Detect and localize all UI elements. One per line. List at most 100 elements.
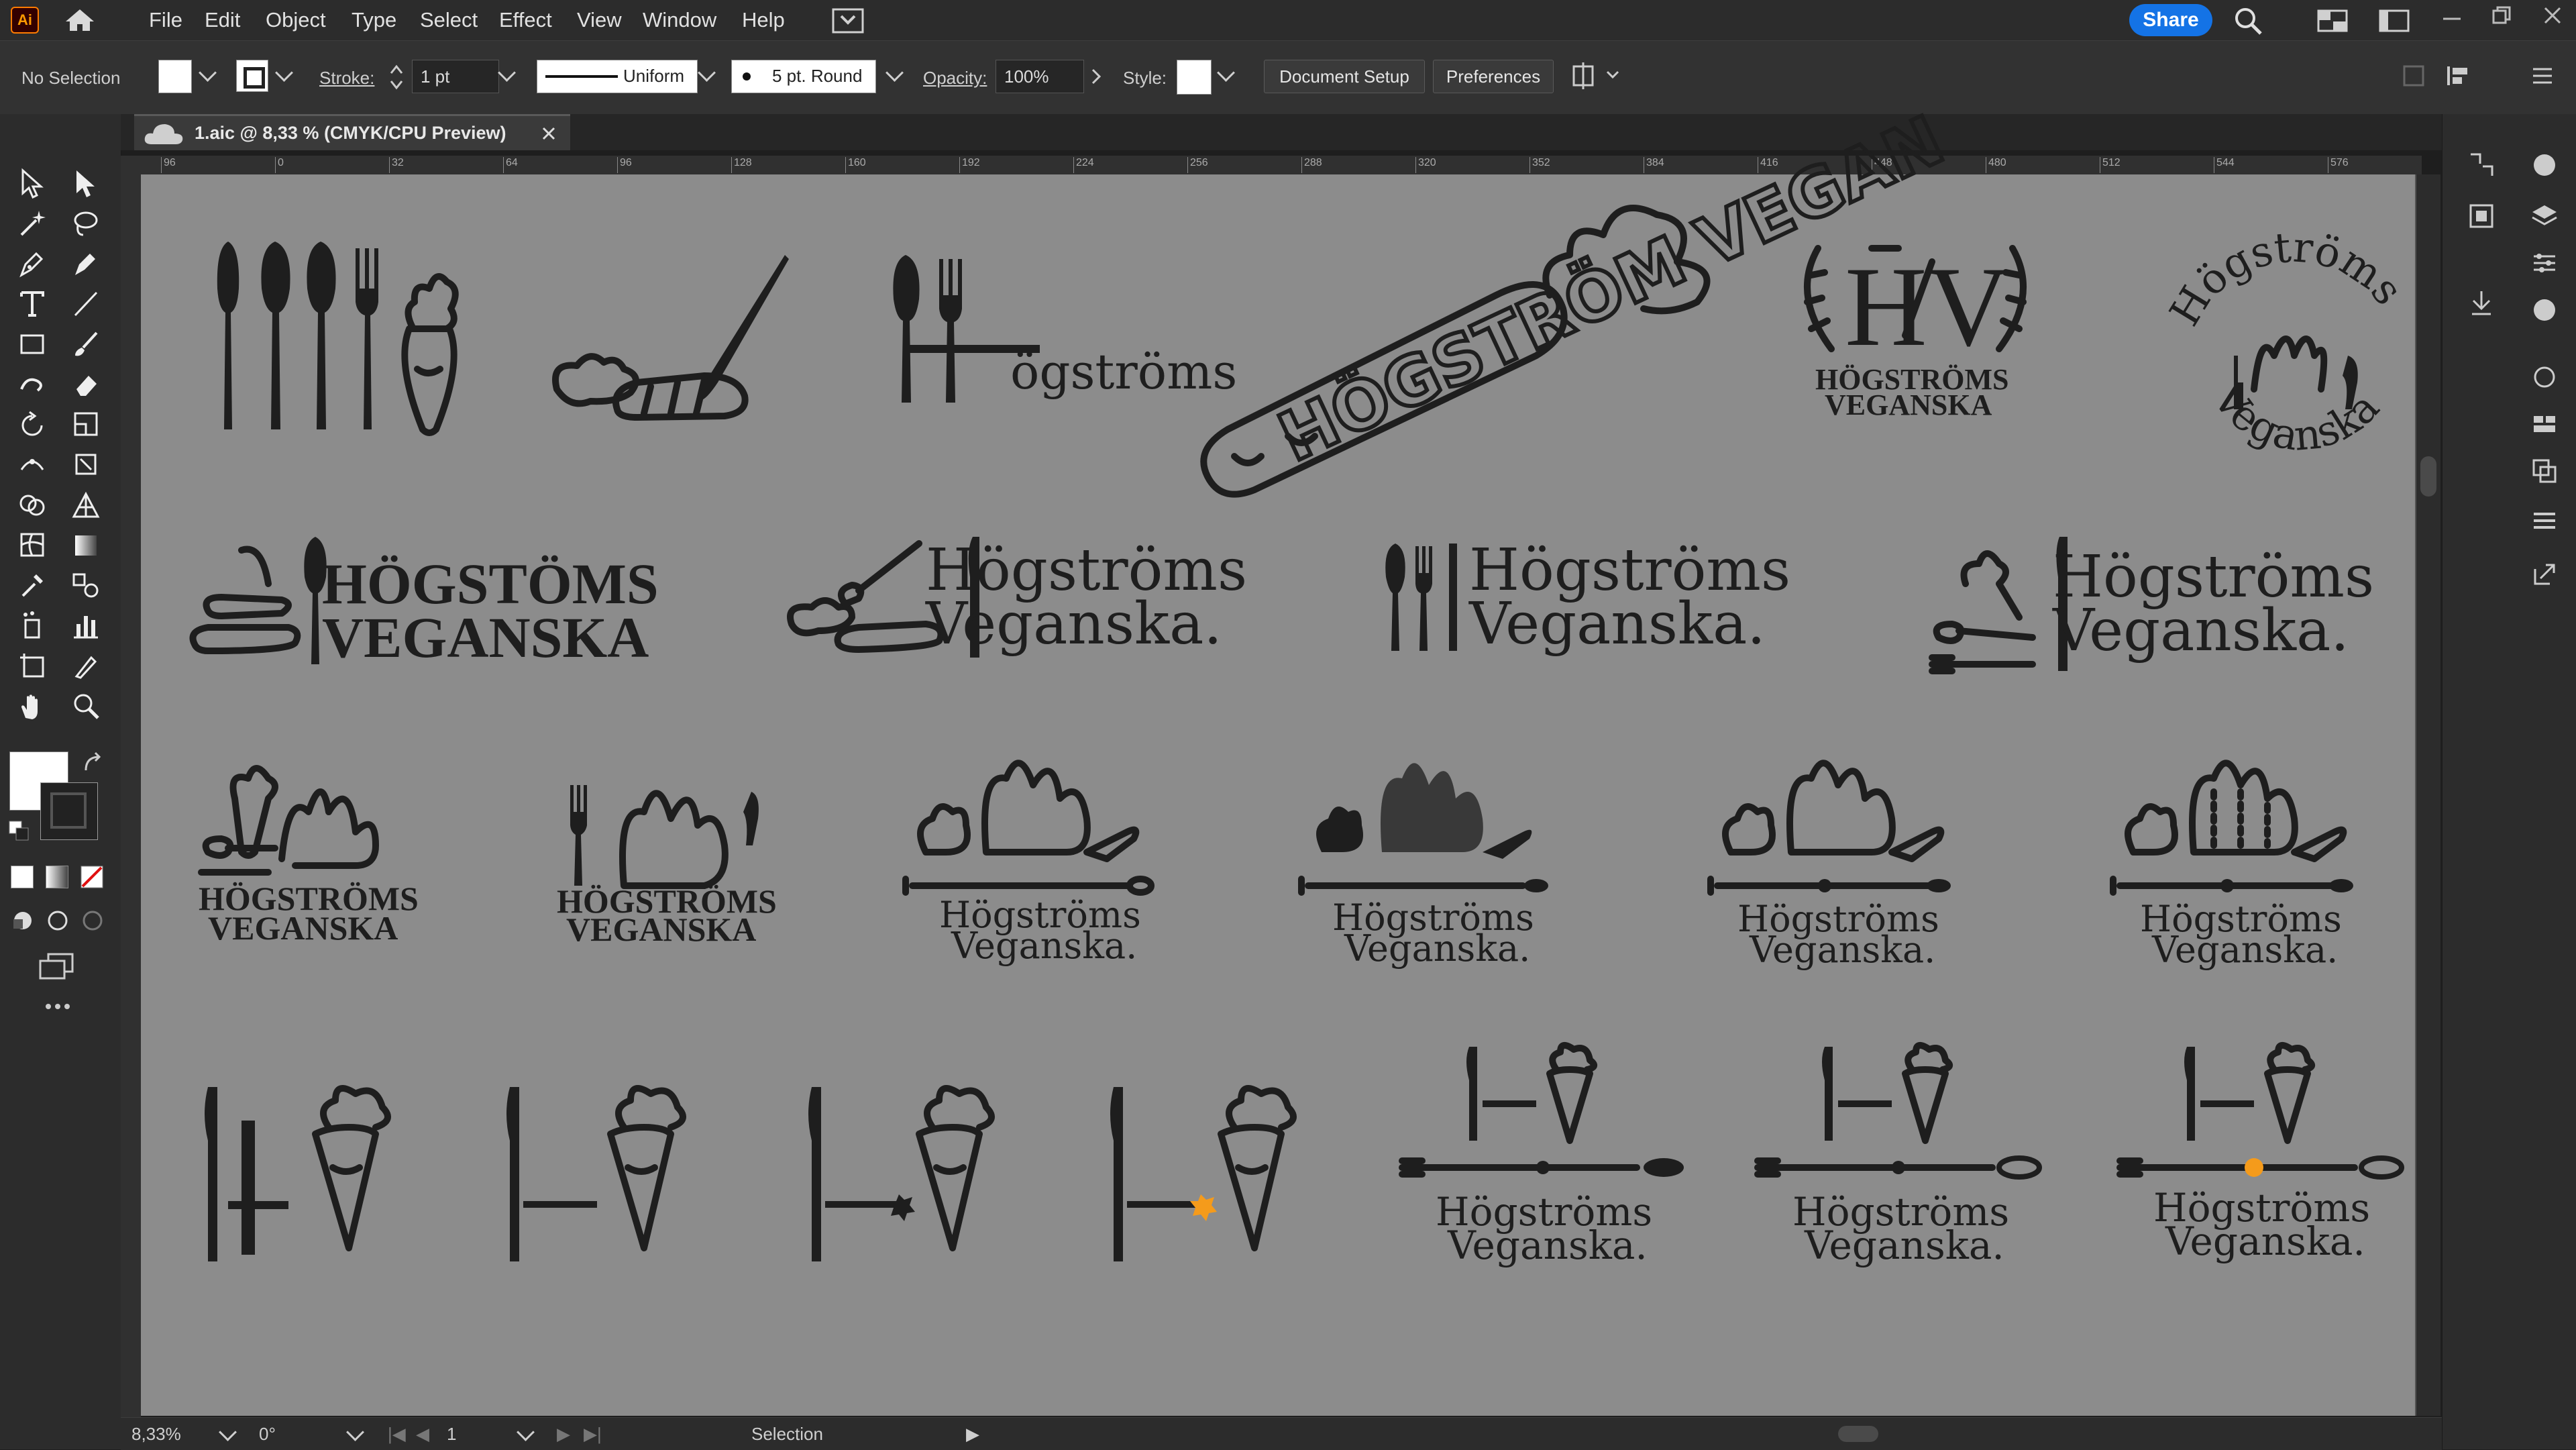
stroke-dropdown-icon[interactable] [275, 64, 293, 82]
align-panel-icon[interactable] [2530, 506, 2559, 535]
logo-carrot-arc-text[interactable]: HÖGSTRÖM VEGAN [1187, 99, 1957, 503]
swap-fill-stroke-icon[interactable] [80, 752, 105, 776]
properties-sliders-icon[interactable] [2530, 248, 2559, 278]
menu-edit[interactable]: Edit [205, 0, 240, 40]
direct-selection-tool-icon[interactable] [71, 168, 101, 199]
shape-builder-tool-icon[interactable] [17, 490, 47, 521]
eraser-tool-icon[interactable] [71, 369, 101, 400]
hand-tool-icon[interactable] [17, 691, 47, 722]
arrange-icon[interactable] [2445, 62, 2485, 89]
restore-icon[interactable] [2491, 5, 2512, 25]
menu-help[interactable]: Help [742, 0, 785, 40]
preferences-button[interactable]: Preferences [1433, 60, 1554, 93]
logo-hv-cutlery-3[interactable] [1704, 745, 1959, 899]
vertical-scroll-thumb[interactable] [2420, 456, 2436, 497]
draw-normal-icon[interactable] [11, 909, 35, 933]
first-artboard-icon[interactable]: |◀ [388, 1418, 406, 1450]
stroke-color[interactable] [40, 782, 98, 840]
zoom-tool-icon[interactable] [71, 691, 101, 722]
last-artboard-icon[interactable]: ▶| [584, 1418, 602, 1450]
stroke-weight-dropdown-icon[interactable] [498, 64, 516, 82]
logo-hv-line-1[interactable] [1395, 1042, 1690, 1181]
logo-circle-badge[interactable]: Högströms Veganska [2153, 221, 2435, 517]
artboard-dropdown-icon[interactable] [517, 1423, 535, 1441]
menu-select[interactable]: Select [420, 0, 478, 40]
pen-tool-icon[interactable] [17, 248, 47, 279]
logo-hv-cutlery-2[interactable] [1298, 752, 1556, 899]
gradient-tool-icon[interactable] [71, 530, 101, 561]
stroke-swatch[interactable] [236, 60, 268, 92]
vertical-scrollbar[interactable] [2416, 174, 2440, 1416]
logo-spoon-fork-knife[interactable] [1382, 543, 1462, 651]
opacity-expand-icon[interactable] [1091, 68, 1102, 85]
selection-tool-icon[interactable] [17, 168, 47, 199]
column-graph-tool-icon[interactable] [71, 611, 101, 641]
symbol-sprayer-tool-icon[interactable] [17, 611, 47, 641]
rotation-dropdown-icon[interactable] [346, 1423, 364, 1441]
close-tab-icon[interactable] [541, 125, 557, 142]
next-artboard-icon[interactable]: ▶ [557, 1418, 570, 1450]
lasso-tool-icon[interactable] [71, 208, 101, 239]
document-setup-button[interactable]: Document Setup [1264, 60, 1425, 93]
stroke-weight-field[interactable]: 1 pt [412, 60, 499, 93]
stroke-stepper-icon[interactable] [389, 62, 404, 92]
logo-hv-spoon-carrot-1[interactable] [195, 758, 436, 892]
home-icon[interactable] [63, 8, 97, 32]
blend-tool-icon[interactable] [71, 570, 101, 601]
fill-dropdown-icon[interactable] [199, 64, 217, 82]
screen-mode-icon[interactable] [38, 951, 75, 981]
workspace-switcher-icon[interactable] [2317, 9, 2348, 32]
zoom-level[interactable]: 8,33% [131, 1418, 181, 1450]
scale-tool-icon[interactable] [71, 409, 101, 440]
rectangle-tool-icon[interactable] [17, 329, 47, 360]
free-transform-tool-icon[interactable] [71, 450, 101, 480]
actions-icon[interactable] [2467, 289, 2496, 318]
logo-knife-hv-carrot-3[interactable] [792, 1085, 1033, 1261]
arrange-documents-icon[interactable] [832, 8, 864, 34]
mesh-tool-icon[interactable] [17, 530, 47, 561]
width-tool-icon[interactable] [17, 450, 47, 480]
line-segment-tool-icon[interactable] [71, 289, 101, 319]
logo-knife-hv-carrot-1[interactable] [188, 1085, 429, 1261]
rotate-tool-icon[interactable] [17, 409, 47, 440]
draw-inside-icon[interactable] [80, 909, 105, 933]
close-icon[interactable] [2542, 5, 2563, 25]
align-to-icon[interactable] [1570, 61, 1623, 91]
menu-type[interactable]: Type [352, 0, 396, 40]
graphic-style-swatch[interactable] [1177, 60, 1212, 95]
logo-bread-knife[interactable] [543, 248, 798, 436]
document-tab[interactable]: 1.aic @ 8,33 % (CMYK/CPU Preview) [134, 114, 570, 150]
share-button[interactable]: Share [2129, 4, 2212, 36]
eyedropper-tool-icon[interactable] [17, 570, 47, 601]
menu-file[interactable]: File [149, 0, 182, 40]
menu-effect[interactable]: Effect [499, 0, 552, 40]
libraries-icon[interactable] [2467, 201, 2496, 231]
paintbrush-tool-icon[interactable] [71, 329, 101, 360]
logo-hv-line-2[interactable] [1751, 1042, 2046, 1181]
color-mode-button[interactable] [11, 866, 34, 888]
pathfinder-icon[interactable] [2530, 456, 2559, 486]
brushes-icon[interactable] [2530, 362, 2559, 392]
logo-hv-cutlery-4[interactable] [2106, 745, 2361, 899]
opacity-field[interactable]: 100% [996, 60, 1084, 93]
brush-definition[interactable]: 5 pt. Round [731, 60, 876, 93]
panel-layout-icon[interactable] [2379, 9, 2410, 32]
properties-icon[interactable] [2467, 150, 2496, 180]
minimize-icon[interactable] [2442, 12, 2462, 25]
logo-cutlery-carrot[interactable] [201, 228, 510, 443]
type-tool-icon[interactable] [17, 289, 47, 319]
none-mode-button[interactable] [80, 866, 103, 888]
menu-object[interactable]: Object [266, 0, 326, 40]
symbols-icon[interactable] [2530, 409, 2559, 439]
logo-hv-fork-spoon-2[interactable] [557, 765, 771, 899]
slice-tool-icon[interactable] [71, 651, 101, 682]
gradient-mode-button[interactable] [46, 866, 68, 888]
artboard-tool-icon[interactable] [17, 651, 47, 682]
curvature-tool-icon[interactable] [71, 248, 101, 279]
logo-spoon-carrot-stack[interactable] [181, 530, 342, 664]
artboard[interactable]: ögströms HÖGSTRÖM VEGAN HV HÖGSTRÖMS VEG… [141, 99, 2415, 1416]
prev-artboard-icon[interactable]: ◀ [416, 1418, 429, 1450]
artboard-number[interactable]: 1 [447, 1418, 456, 1450]
default-colors-icon[interactable] [7, 819, 31, 843]
panel-menu-icon[interactable] [2529, 62, 2556, 89]
